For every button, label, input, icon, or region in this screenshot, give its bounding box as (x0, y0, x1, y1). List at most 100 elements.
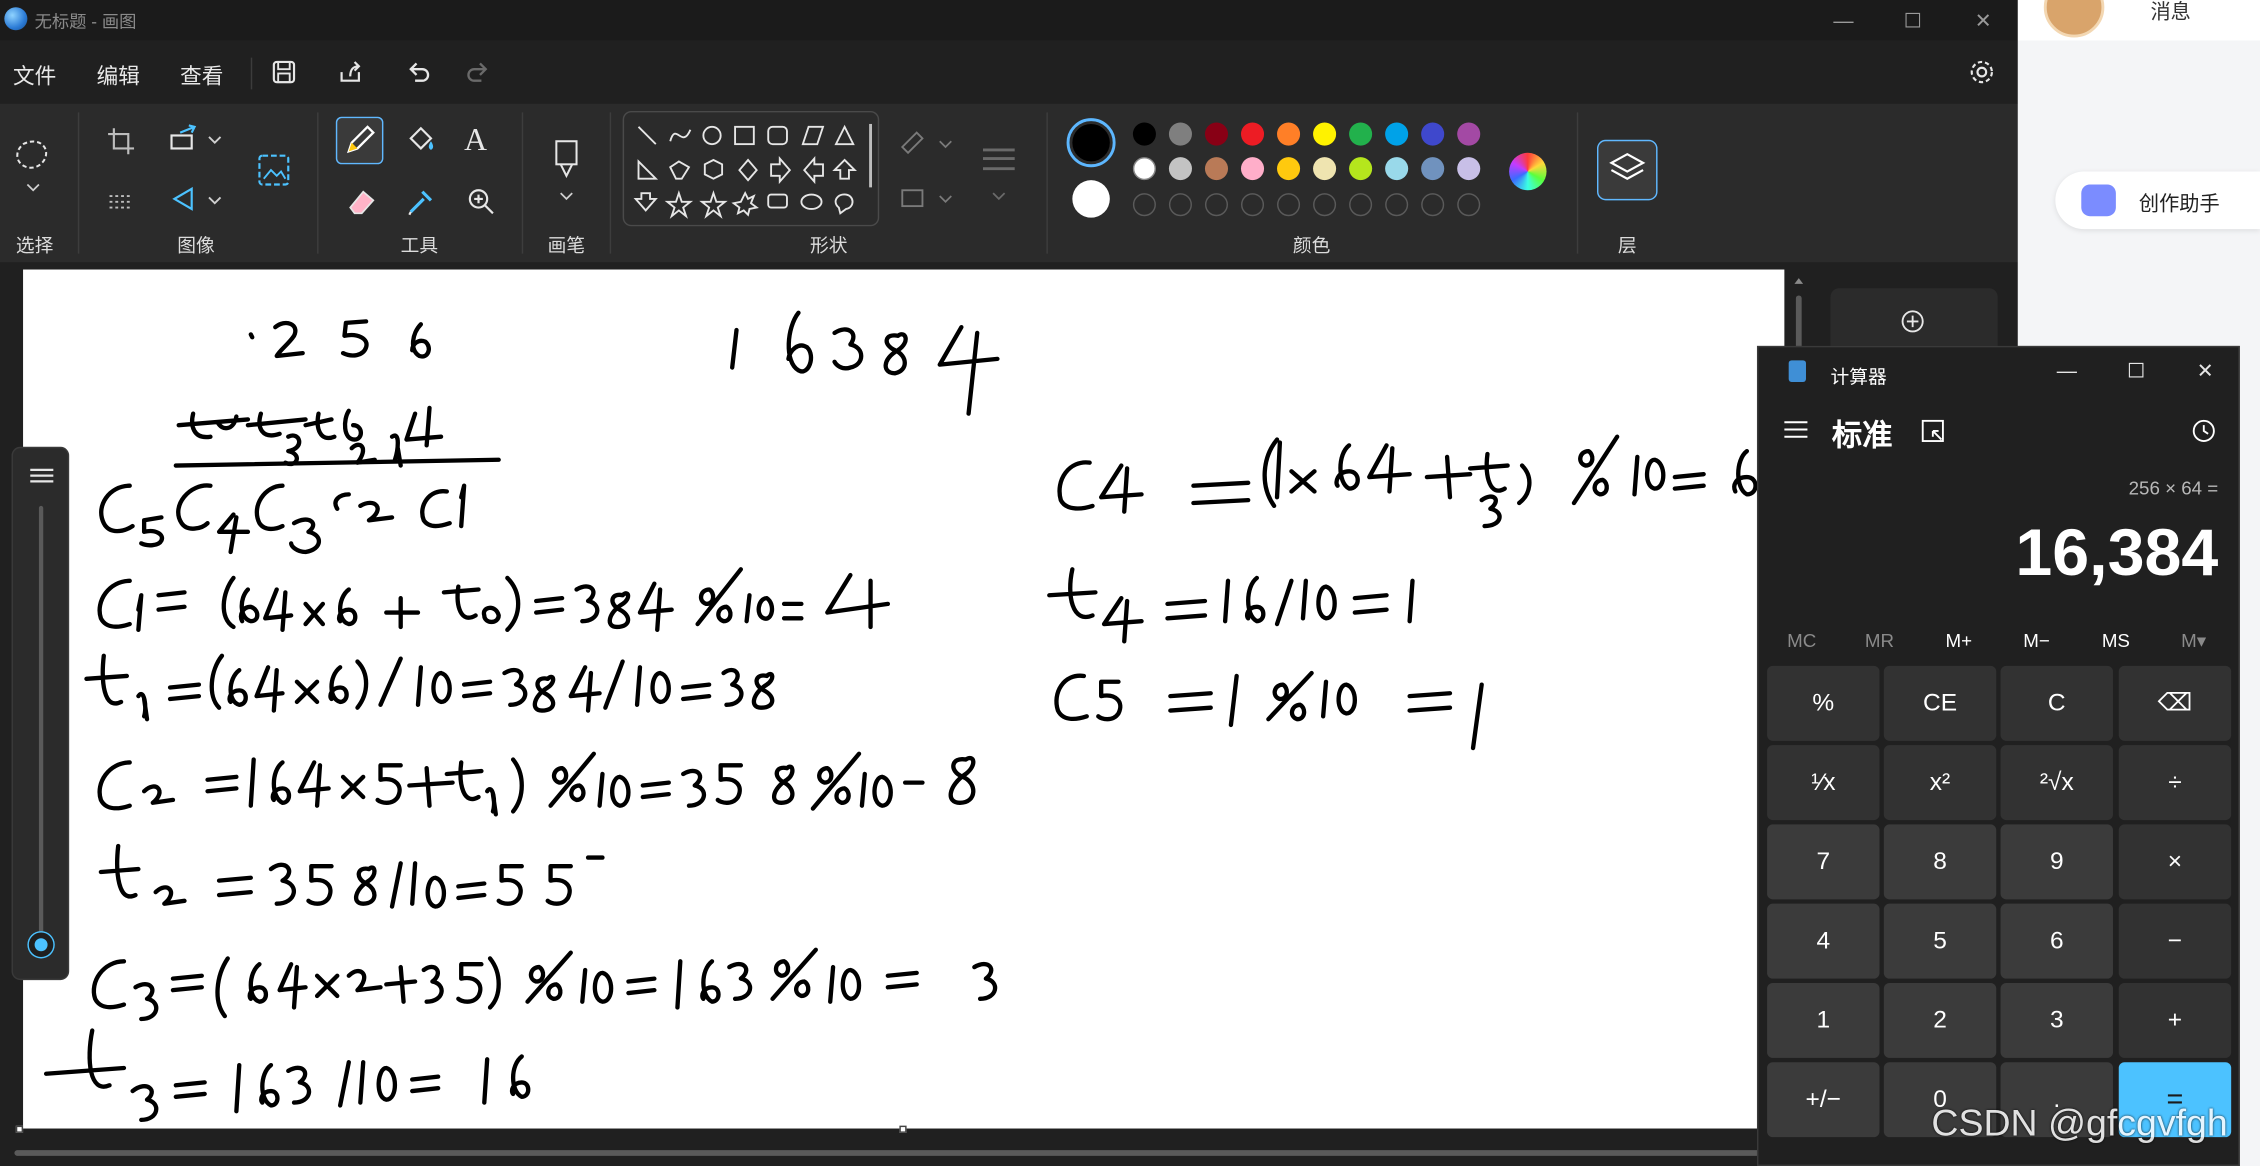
menu-file[interactable]: 文件 (13, 61, 56, 91)
image-icon[interactable] (254, 150, 294, 190)
custom-color-slot[interactable] (1132, 193, 1156, 217)
color-1-swatch[interactable] (1066, 118, 1116, 168)
palette-swatch[interactable] (1240, 157, 1265, 181)
calc-key[interactable]: − (2118, 903, 2232, 979)
custom-color-slot[interactable] (1277, 193, 1301, 217)
outline-fill-icons[interactable] (897, 127, 960, 213)
calc-key[interactable]: 6 (2000, 903, 2113, 979)
palette-swatch[interactable] (1421, 157, 1445, 181)
custom-color-slot[interactable] (1313, 193, 1337, 217)
calc-maximize-icon[interactable]: ☐ (2101, 347, 2170, 393)
palette-swatch[interactable] (1385, 157, 1409, 181)
palette-swatch[interactable] (1132, 157, 1156, 181)
calc-key[interactable]: 4 (1767, 903, 1880, 979)
creation-assistant-button[interactable]: 创作助手 (2055, 171, 2260, 230)
calc-key[interactable]: × (2118, 824, 2232, 900)
calc-key[interactable]: 7 (1767, 824, 1880, 900)
calc-key[interactable]: ²√x (2000, 745, 2113, 821)
brush-icon[interactable] (548, 138, 585, 201)
shape-icons[interactable] (624, 112, 881, 227)
layers-button[interactable] (1596, 139, 1658, 201)
undo-icon[interactable] (404, 58, 433, 87)
palette-swatch[interactable] (1277, 122, 1301, 146)
messages-link[interactable]: 消息 (2150, 0, 2190, 26)
close-icon[interactable]: ✕ (1949, 0, 2018, 40)
custom-color-slot[interactable] (1240, 193, 1265, 217)
avatar[interactable] (2043, 0, 2105, 38)
brush-size-slider[interactable] (11, 446, 70, 981)
flip-icon[interactable] (169, 184, 227, 216)
select-all-icon[interactable] (107, 187, 136, 216)
palette-swatch[interactable] (1204, 122, 1229, 146)
text-tool-icon[interactable]: A (464, 121, 487, 158)
horizontal-scrollbar[interactable] (0, 1144, 1780, 1161)
edit-colors-icon[interactable] (1509, 152, 1547, 191)
memory-button[interactable]: MC (1763, 630, 1841, 652)
horizontal-scroll-thumb[interactable] (14, 1150, 1762, 1156)
menu-edit[interactable]: 编辑 (97, 61, 140, 91)
calc-key[interactable]: 3 (2000, 982, 2113, 1058)
fill-bucket-icon[interactable] (404, 124, 439, 159)
memory-button[interactable]: MR (1841, 630, 1919, 652)
save-icon[interactable] (270, 58, 299, 87)
free-select-icon[interactable] (12, 135, 55, 193)
palette-swatch[interactable] (1168, 122, 1192, 146)
custom-color-slot[interactable] (1457, 193, 1481, 217)
canvas-resize-handle[interactable] (15, 1125, 24, 1133)
custom-color-slot[interactable] (1204, 193, 1229, 217)
resize-icon[interactable] (169, 124, 227, 156)
share-icon[interactable] (336, 58, 365, 87)
history-icon[interactable] (2191, 418, 2217, 444)
palette-swatch[interactable] (1349, 157, 1373, 181)
minimize-icon[interactable]: — (1809, 0, 1878, 40)
calc-key[interactable]: % (1767, 665, 1880, 741)
calc-key[interactable]: 5 (1883, 903, 1997, 979)
palette-swatch[interactable] (1277, 157, 1301, 181)
palette-swatch[interactable] (1204, 157, 1229, 181)
color-2-swatch[interactable] (1072, 180, 1110, 218)
memory-button[interactable]: M▾ (2155, 630, 2233, 653)
color-picker-icon[interactable] (404, 184, 439, 219)
calc-key[interactable]: ⌫ (2118, 665, 2232, 741)
palette-swatch[interactable] (1385, 122, 1409, 146)
eraser-icon[interactable] (344, 184, 379, 219)
calc-key[interactable]: C (2000, 665, 2113, 741)
hamburger-menu-icon[interactable] (1783, 419, 1809, 439)
palette-swatch[interactable] (1421, 122, 1445, 146)
calc-minimize-icon[interactable]: — (2032, 347, 2101, 393)
memory-button[interactable]: M− (1998, 630, 2076, 652)
settings-gear-icon[interactable] (1967, 58, 1996, 87)
palette-swatch[interactable] (1313, 157, 1337, 181)
scroll-up-icon[interactable] (1792, 274, 1806, 288)
line-size-icon[interactable] (980, 141, 1017, 204)
pencil-tool-button[interactable] (335, 116, 384, 165)
slider-knob[interactable] (28, 932, 54, 958)
drawing-canvas[interactable] (23, 269, 1785, 1129)
palette-swatch[interactable] (1349, 122, 1373, 146)
calc-key[interactable]: x² (1883, 745, 1997, 821)
calc-key[interactable]: ¹⁄x (1767, 745, 1880, 821)
palette-swatch[interactable] (1168, 157, 1192, 181)
calc-key[interactable]: + (2118, 982, 2232, 1058)
memory-button[interactable]: M+ (1920, 630, 1998, 652)
custom-color-slot[interactable] (1385, 193, 1409, 217)
menu-view[interactable]: 查看 (180, 61, 223, 91)
custom-color-slot[interactable] (1421, 193, 1445, 217)
calc-key[interactable]: 1 (1767, 982, 1880, 1058)
custom-color-slot[interactable] (1168, 193, 1192, 217)
crop-icon[interactable] (107, 127, 136, 156)
palette-swatch[interactable] (1313, 122, 1337, 146)
calc-close-icon[interactable]: ✕ (2171, 347, 2240, 393)
redo-icon[interactable] (464, 58, 493, 87)
calc-key[interactable]: 2 (1883, 982, 1997, 1058)
canvas-resize-handle[interactable] (899, 1125, 907, 1133)
memory-button[interactable]: MS (2077, 630, 2155, 652)
calc-key[interactable]: CE (1883, 665, 1997, 741)
palette-swatch[interactable] (1240, 122, 1265, 146)
palette-swatch[interactable] (1457, 122, 1481, 146)
magnifier-icon[interactable] (464, 184, 499, 219)
custom-color-slot[interactable] (1349, 193, 1373, 217)
calc-key[interactable]: 9 (2000, 824, 2113, 900)
calc-key[interactable]: +/− (1767, 1062, 1880, 1138)
calc-key[interactable]: ÷ (2118, 745, 2232, 821)
